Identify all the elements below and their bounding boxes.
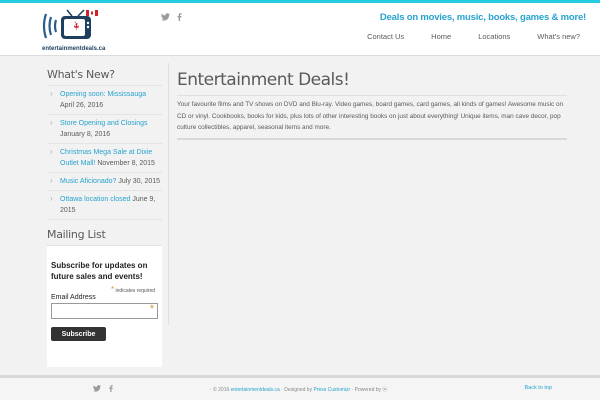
news-date: January 8, 2016 bbox=[60, 131, 111, 138]
twitter-icon[interactable] bbox=[161, 13, 170, 23]
nav-whats-new[interactable]: What's new? bbox=[530, 32, 587, 41]
site-tagline: Deals on movies, music, books, games & m… bbox=[379, 12, 586, 23]
nav-contact-us[interactable]: Contact Us bbox=[360, 32, 411, 41]
main-nav: Contact Us Home Locations What's new? bbox=[347, 32, 587, 41]
tv-logo-icon bbox=[42, 9, 98, 39]
main-content: Entertainment Deals! Your favourite film… bbox=[177, 70, 567, 140]
nav-locations[interactable]: Locations bbox=[471, 32, 517, 41]
back-to-top-link[interactable]: Back to top bbox=[524, 385, 552, 391]
header-social-links bbox=[161, 13, 182, 23]
facebook-icon[interactable] bbox=[109, 384, 113, 394]
list-item: Store Opening and Closings January 8, 201… bbox=[47, 115, 162, 144]
email-field[interactable]: * bbox=[51, 303, 158, 319]
facebook-icon[interactable] bbox=[177, 13, 182, 23]
email-label: Email Address bbox=[51, 294, 96, 301]
content-divider bbox=[177, 137, 567, 140]
site-logo[interactable]: entertainmentdeals.ca bbox=[42, 8, 106, 54]
title-divider bbox=[177, 95, 567, 96]
list-item: Opening soon: Mississauga April 26, 2016 bbox=[47, 86, 162, 115]
twitter-icon[interactable] bbox=[93, 384, 101, 394]
list-item: Music Aficionado? July 30, 2015 bbox=[47, 173, 162, 191]
signup-heading: Subscribe for updates on future sales an… bbox=[51, 261, 148, 281]
intro-text: Your favourite films and TV shows on DVD… bbox=[177, 101, 564, 131]
list-item: Christmas Mega Sale at Dixie Outlet Mall… bbox=[47, 144, 162, 173]
required-asterisk-icon: * bbox=[111, 285, 115, 294]
footer-credits: · © 2016 entertainmentdeals.ca · Designe… bbox=[210, 387, 388, 393]
news-link[interactable]: Music Aficionado? bbox=[60, 178, 116, 185]
footer-social-links bbox=[93, 384, 113, 394]
news-date: July 30, 2015 bbox=[118, 178, 161, 185]
subscribe-button[interactable]: Subscribe bbox=[51, 327, 106, 341]
mailchimp-signup-form: Subscribe for updates on future sales an… bbox=[47, 245, 162, 367]
whats-new-heading: What's New? bbox=[47, 68, 115, 81]
list-item: Ottawa location closed June 9, 2015 bbox=[47, 191, 162, 220]
news-link[interactable]: Opening soon: Mississauga bbox=[60, 91, 146, 98]
news-list: Opening soon: MississaugaApril 26, 2016 … bbox=[47, 85, 162, 220]
news-link[interactable]: Store Opening and Closings bbox=[60, 120, 148, 127]
mailing-list-heading: Mailing List bbox=[47, 228, 106, 241]
nav-home[interactable]: Home bbox=[424, 32, 458, 41]
page-title: Entertainment Deals! bbox=[177, 70, 350, 90]
news-link[interactable]: Ottawa location closed bbox=[60, 196, 130, 203]
news-date: November 8, 2015 bbox=[97, 160, 155, 167]
site-header: entertainmentdeals.ca Deals on movies, m… bbox=[0, 3, 600, 56]
required-asterisk-icon: * bbox=[149, 303, 154, 315]
logo-text: entertainmentdeals.ca bbox=[42, 46, 106, 52]
column-divider bbox=[168, 63, 169, 325]
news-date: April 26, 2016 bbox=[60, 102, 104, 109]
sidebar: What's New? Opening soon: Mississauga Apr… bbox=[47, 68, 162, 367]
required-note: * indicates required bbox=[111, 285, 155, 294]
site-footer: · © 2016 entertainmentdeals.ca · Designe… bbox=[0, 375, 600, 400]
wordpress-icon[interactable]: ⓦ bbox=[382, 387, 387, 393]
site-link[interactable]: entertainmentdeals.ca bbox=[231, 387, 280, 393]
designer-link[interactable]: Press Customizr bbox=[313, 387, 350, 393]
